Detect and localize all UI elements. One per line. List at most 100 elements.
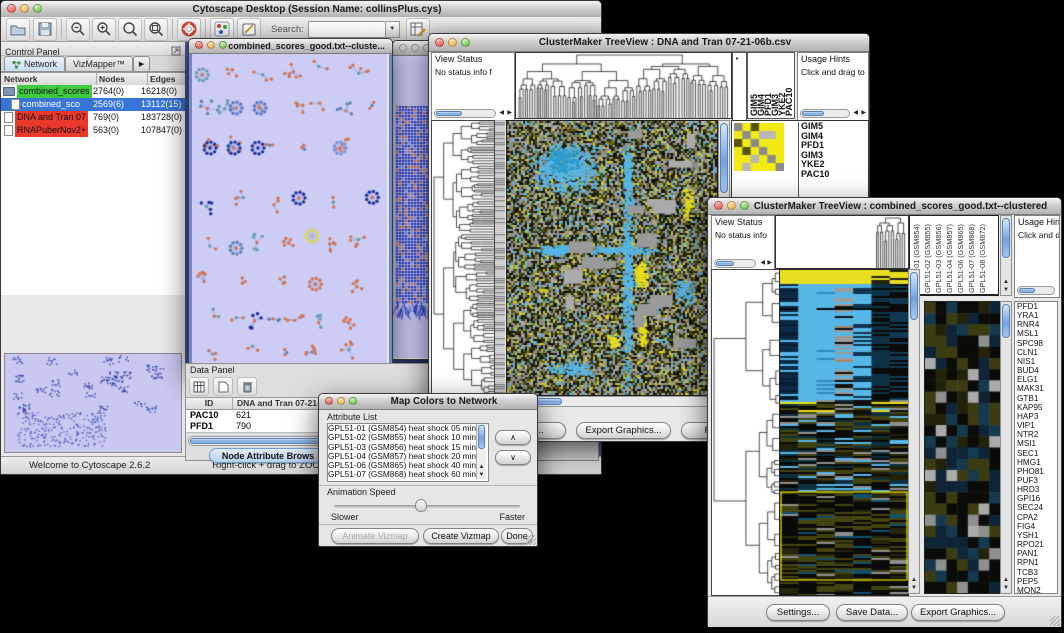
gene-label[interactable]: HRD3 (1017, 485, 1057, 494)
gene-label[interactable]: NIS1 (1017, 357, 1057, 366)
scroll-up-icon[interactable]: ▲ (909, 577, 919, 583)
minimize-icon[interactable] (207, 41, 215, 49)
gene-label[interactable]: TCB3 (1017, 568, 1057, 577)
tab-vizmapper[interactable]: VizMapper™ (65, 56, 133, 71)
gene-label[interactable]: HMG1 (1017, 458, 1057, 467)
gene-label[interactable]: SEC24 (1017, 503, 1057, 512)
gene-label[interactable]: RPO21 (1017, 540, 1057, 549)
minimize-icon[interactable] (448, 38, 457, 47)
network-table-row[interactable]: DNA and Tran 07769(0)183728(0) (1, 111, 185, 124)
gene-label[interactable]: HAP3 (1017, 412, 1057, 421)
search-input[interactable] (308, 21, 386, 38)
close-icon[interactable] (435, 38, 444, 47)
scroll-up-icon[interactable]: ▲ (1001, 577, 1011, 583)
column-label[interactable]: GPL51-06 (GSM865) (956, 217, 965, 293)
close-icon[interactable] (325, 397, 333, 405)
export-graphics-button[interactable]: Export Graphics... (911, 604, 1005, 621)
scroll-left-icon[interactable]: ◀ (760, 259, 765, 267)
search-dropdown-icon[interactable]: ▼ (386, 21, 400, 38)
minimize-icon[interactable] (337, 397, 345, 405)
gene-label[interactable]: KAP95 (1017, 403, 1057, 412)
expand-icon[interactable]: ▸ (736, 55, 739, 62)
column-header[interactable]: Network (1, 73, 97, 85)
settings-button[interactable]: Settings... (766, 604, 830, 621)
main-titlebar[interactable]: Cytoscape Desktop (Session Name: collins… (1, 1, 601, 18)
column-label[interactable]: GIM5 (750, 54, 757, 116)
tv1-status-hscrollbar[interactable] (434, 109, 496, 118)
tab-overflow-button[interactable]: ▶ (133, 56, 150, 71)
scroll-thumb[interactable] (436, 111, 462, 116)
zoom-selected-button[interactable] (118, 18, 142, 41)
network-overview-canvas[interactable] (4, 353, 182, 453)
speed-slider-track[interactable] (334, 505, 520, 508)
scroll-left-icon[interactable]: ◀ (853, 109, 858, 117)
gene-label[interactable]: FIG4 (1017, 522, 1057, 531)
tv1-splitter-strip[interactable]: ▸ (732, 52, 747, 121)
tv2-usage-hscrollbar[interactable] (1017, 286, 1055, 295)
column-label[interactable]: GPL51-04 (GSM857) (945, 217, 954, 293)
zoom-icon[interactable] (219, 41, 227, 49)
new-attribute-icon[interactable] (213, 377, 233, 396)
column-header[interactable]: Nodes (97, 73, 148, 85)
attribute-item[interactable]: GPL51-07 (GSM868) heat shock 60 min (328, 470, 488, 479)
zoom-fit-button[interactable] (144, 18, 168, 41)
dialog-titlebar[interactable]: Map Colors to Network (319, 394, 537, 410)
gene-label[interactable]: YRA1 (1017, 311, 1057, 320)
gene-label[interactable]: YSH1 (1017, 531, 1057, 540)
gene-label[interactable]: CLN1 (1017, 348, 1057, 357)
zoom-icon[interactable] (349, 397, 357, 405)
scroll-down-icon[interactable]: ▼ (909, 585, 919, 591)
gene-label[interactable]: PAC10 (801, 170, 829, 180)
speed-slider-thumb[interactable] (415, 499, 427, 512)
scroll-down-icon[interactable]: ▼ (1001, 585, 1011, 591)
tv1-column-dendrogram-canvas[interactable] (515, 52, 732, 119)
scroll-thumb[interactable] (1019, 288, 1035, 293)
scroll-thumb[interactable] (1002, 218, 1010, 258)
tv1-row-dendrogram-canvas[interactable] (431, 120, 495, 396)
tv1-usage-hscrollbar[interactable] (800, 109, 850, 118)
zoom-out-button[interactable] (66, 18, 90, 41)
save-data-button[interactable]: Save Data... (836, 604, 908, 621)
treeview2-titlebar[interactable]: ClusterMaker TreeView : combined_scores_… (708, 198, 1061, 215)
gene-label[interactable]: PHO81 (1017, 467, 1057, 476)
column-label[interactable]: YKE2 (778, 54, 785, 116)
scroll-up-icon[interactable]: ▲ (477, 464, 486, 470)
scroll-right-icon[interactable]: ▶ (861, 109, 866, 117)
tv2-status-hscrollbar[interactable] (714, 259, 756, 268)
close-icon[interactable] (714, 201, 723, 210)
minimize-icon[interactable] (20, 4, 29, 13)
scroll-thumb[interactable] (716, 261, 734, 266)
column-label[interactable]: GPL51-08 (GSM872) (978, 217, 987, 293)
minimize-icon[interactable] (411, 44, 419, 52)
open-session-button[interactable] (6, 18, 30, 41)
tv2-labels-vscrollbar[interactable]: ▲ ▼ (1000, 215, 1012, 296)
scroll-down-icon[interactable]: ▼ (1001, 287, 1011, 293)
gene-label[interactable]: SEC1 (1017, 449, 1057, 458)
scroll-thumb[interactable] (720, 123, 728, 193)
column-label[interactable]: GPL51-07 (GSM868) (967, 217, 976, 293)
gene-label[interactable]: MSI1 (1017, 439, 1057, 448)
attribute-table-icon[interactable] (189, 377, 209, 396)
network-table-row[interactable]: combined_scores2764(0)16218(0) (1, 85, 185, 98)
animate-vizmap-button[interactable]: Animate Vizmap (331, 528, 419, 544)
network-view-canvas[interactable] (192, 54, 387, 364)
column-label[interactable]: PAC10 (785, 54, 792, 116)
tv1-heatmap-canvas[interactable] (506, 120, 718, 396)
gene-label[interactable]: RPN1 (1017, 558, 1057, 567)
column-label[interactable]: GIM4 (757, 54, 764, 116)
delete-attribute-trash-icon[interactable] (237, 377, 257, 396)
column-header[interactable]: ID (186, 398, 233, 409)
gene-label[interactable]: ELG1 (1017, 375, 1057, 384)
tv2-zoom-heatmap-canvas[interactable] (924, 301, 1001, 594)
gene-label[interactable]: CPA2 (1017, 513, 1057, 522)
tv2-zoom-vscrollbar[interactable]: ▲ ▼ (1000, 301, 1012, 594)
tv2-row-dendrogram-canvas[interactable] (711, 269, 780, 596)
resize-grip[interactable] (1050, 616, 1060, 626)
tv2-vscrollbar[interactable]: ▲ ▼ (908, 269, 920, 594)
column-label[interactable]: PFD1 (764, 54, 771, 116)
column-label[interactable]: GIM3 (771, 54, 778, 116)
gene-label[interactable]: PUF3 (1017, 476, 1057, 485)
tv2-heatmap-canvas[interactable] (779, 269, 909, 596)
node-attribute-browser-button[interactable]: Node Attribute Brows (209, 448, 327, 463)
scroll-right-icon[interactable]: ▶ (507, 109, 512, 117)
